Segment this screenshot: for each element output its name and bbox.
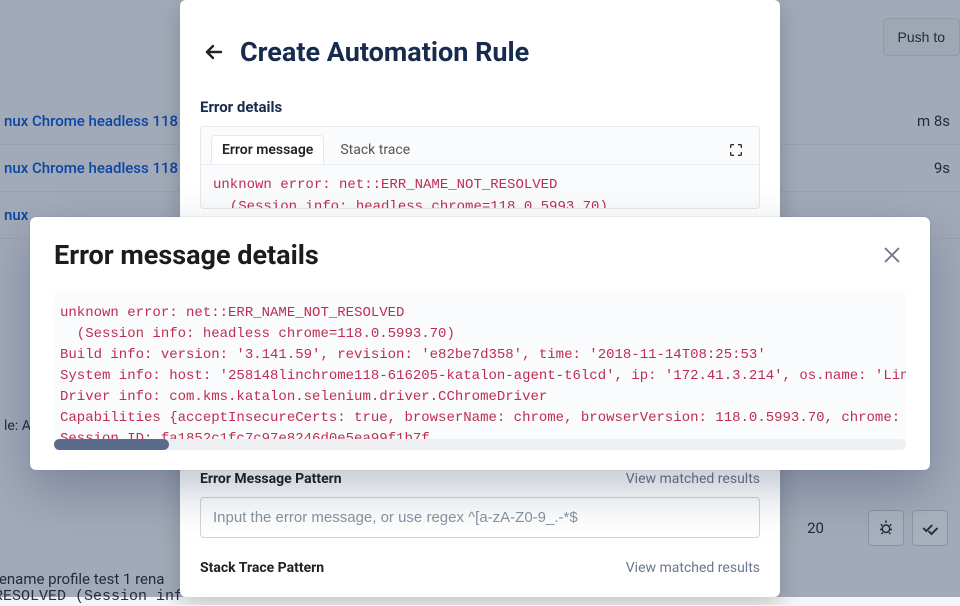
details-title: Error message details <box>54 239 319 271</box>
error-full-code: unknown error: net::ERR_NAME_NOT_RESOLVE… <box>54 291 906 439</box>
code-container: unknown error: net::ERR_NAME_NOT_RESOLVE… <box>54 291 906 450</box>
close-button[interactable] <box>878 241 906 269</box>
details-header: Error message details <box>54 239 906 271</box>
close-icon <box>881 244 903 266</box>
horizontal-scrollbar[interactable] <box>54 439 906 450</box>
scrollbar-thumb[interactable] <box>54 439 169 450</box>
error-message-details-dialog: Error message details unknown error: net… <box>30 217 930 470</box>
details-overlay: Error message details unknown error: net… <box>0 0 960 597</box>
